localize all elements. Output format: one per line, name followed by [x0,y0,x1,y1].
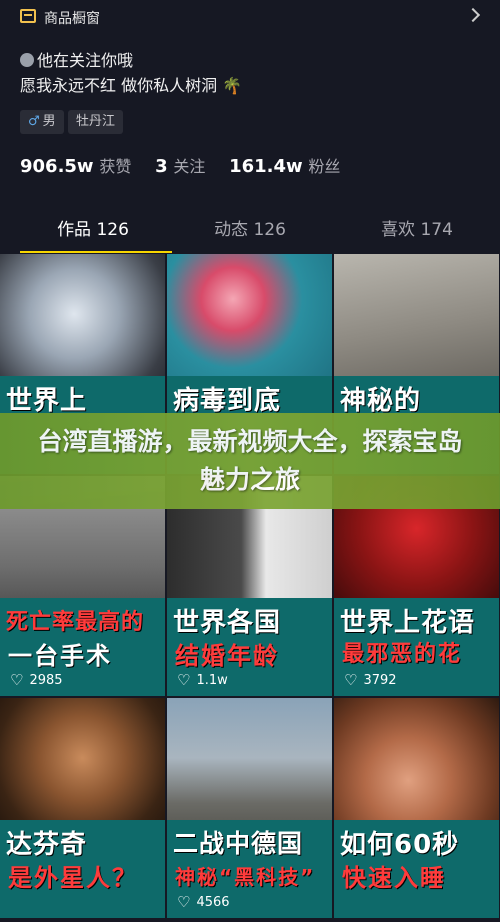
video-tile[interactable]: 二战中德国 神秘“黑科技” ♡ 4566 [167,698,332,918]
video-tile[interactable]: 死亡率最高的 一台手术 ♡ 2985 [0,476,165,696]
profile-tabs: 作品 126 动态 126 喜欢 174 [0,210,500,254]
video-tile[interactable]: 世界上花语 最邪恶的花 ♡ 3792 [334,476,499,696]
profile-bio: 他在关注你哦 愿我永远不红 做你私人树洞 🌴 [20,48,242,98]
fans-label[interactable]: 粉丝 [308,157,340,176]
gender-tag: ♂ 男 [20,110,64,134]
video-caption: 世界上花语 [340,608,476,638]
video-caption: 世界上 [6,386,88,416]
shop-icon[interactable] [20,9,36,23]
banner-title: 台湾直播游，最新视频大全，探索宝岛魅力之旅 [37,427,463,494]
video-caption-line-2: 结婚年龄 [175,642,279,670]
bio-line-1: 他在关注你哦 [37,51,134,70]
video-caption: 二战中德国 [173,829,304,858]
male-icon: ♂ [28,114,40,129]
video-caption-line-2: 快速入睡 [342,864,446,892]
top-bar: 商品橱窗 [0,0,500,34]
likes-label: 获赞 [99,157,132,176]
profile-stats: 906.5w 获赞 3 关注 161.4w 粉丝 [20,153,358,177]
tab-likes[interactable]: 喜欢 174 [334,210,500,252]
video-grid: 世界上 病毒到底 神秘的 死亡率最高的 一台手术 ♡ 2985 世界各国 结婚年龄… [0,254,500,922]
heart-icon: ♡ [177,671,191,689]
like-count-value: 1.1w [196,673,228,688]
fans-count[interactable]: 161.4w [229,156,303,177]
video-caption-line-2: 最邪恶的花 [342,642,463,667]
like-count: ♡ 3792 [344,671,397,689]
palm-tree-icon: 🌴 [222,76,243,95]
video-caption-line-2: 一台手术 [8,642,112,670]
person-icon [20,53,34,67]
likes-count: 906.5w [20,156,94,177]
video-tile[interactable]: 如何60秒 快速入睡 [334,698,499,918]
shop-window-link[interactable]: 商品橱窗 [44,8,100,28]
bio-line-2: 愿我永远不红 做你私人树洞 [20,76,218,95]
active-tab-indicator [20,251,172,253]
tab-works[interactable]: 作品 126 [10,210,176,252]
video-caption: 病毒到底 [173,386,282,416]
title-banner: 台湾直播游，最新视频大全，探索宝岛魅力之旅 [0,413,500,509]
video-caption-line-2: 神秘“黑科技” [175,865,316,889]
chevron-right-icon[interactable] [465,7,481,23]
tab-dynamic[interactable]: 动态 126 [167,210,333,252]
like-count-value: 3792 [363,673,397,688]
like-count: ♡ 4566 [177,893,230,911]
video-caption: 如何60秒 [340,830,460,860]
heart-icon: ♡ [10,671,24,689]
gender-label: 男 [42,114,56,129]
heart-icon: ♡ [344,671,358,689]
following-count[interactable]: 3 [155,156,168,177]
like-count: ♡ 2985 [10,671,63,689]
location-tag: 牡丹江 [68,110,124,134]
video-caption: 达芬奇 [6,830,88,860]
video-tile[interactable]: 达芬奇 是外星人？ [0,698,165,918]
like-count-value: 4566 [196,895,230,910]
video-caption: 死亡率最高的 [6,610,145,635]
video-caption: 神秘的 [340,386,422,416]
like-count: ♡ 1.1w [177,671,228,689]
heart-icon: ♡ [177,893,191,911]
video-caption: 世界各国 [173,608,282,638]
following-label[interactable]: 关注 [173,157,205,176]
video-tile[interactable]: 世界各国 结婚年龄 ♡ 1.1w [167,476,332,696]
like-count-value: 2985 [29,673,63,688]
video-caption-line-2: 是外星人？ [8,864,138,892]
